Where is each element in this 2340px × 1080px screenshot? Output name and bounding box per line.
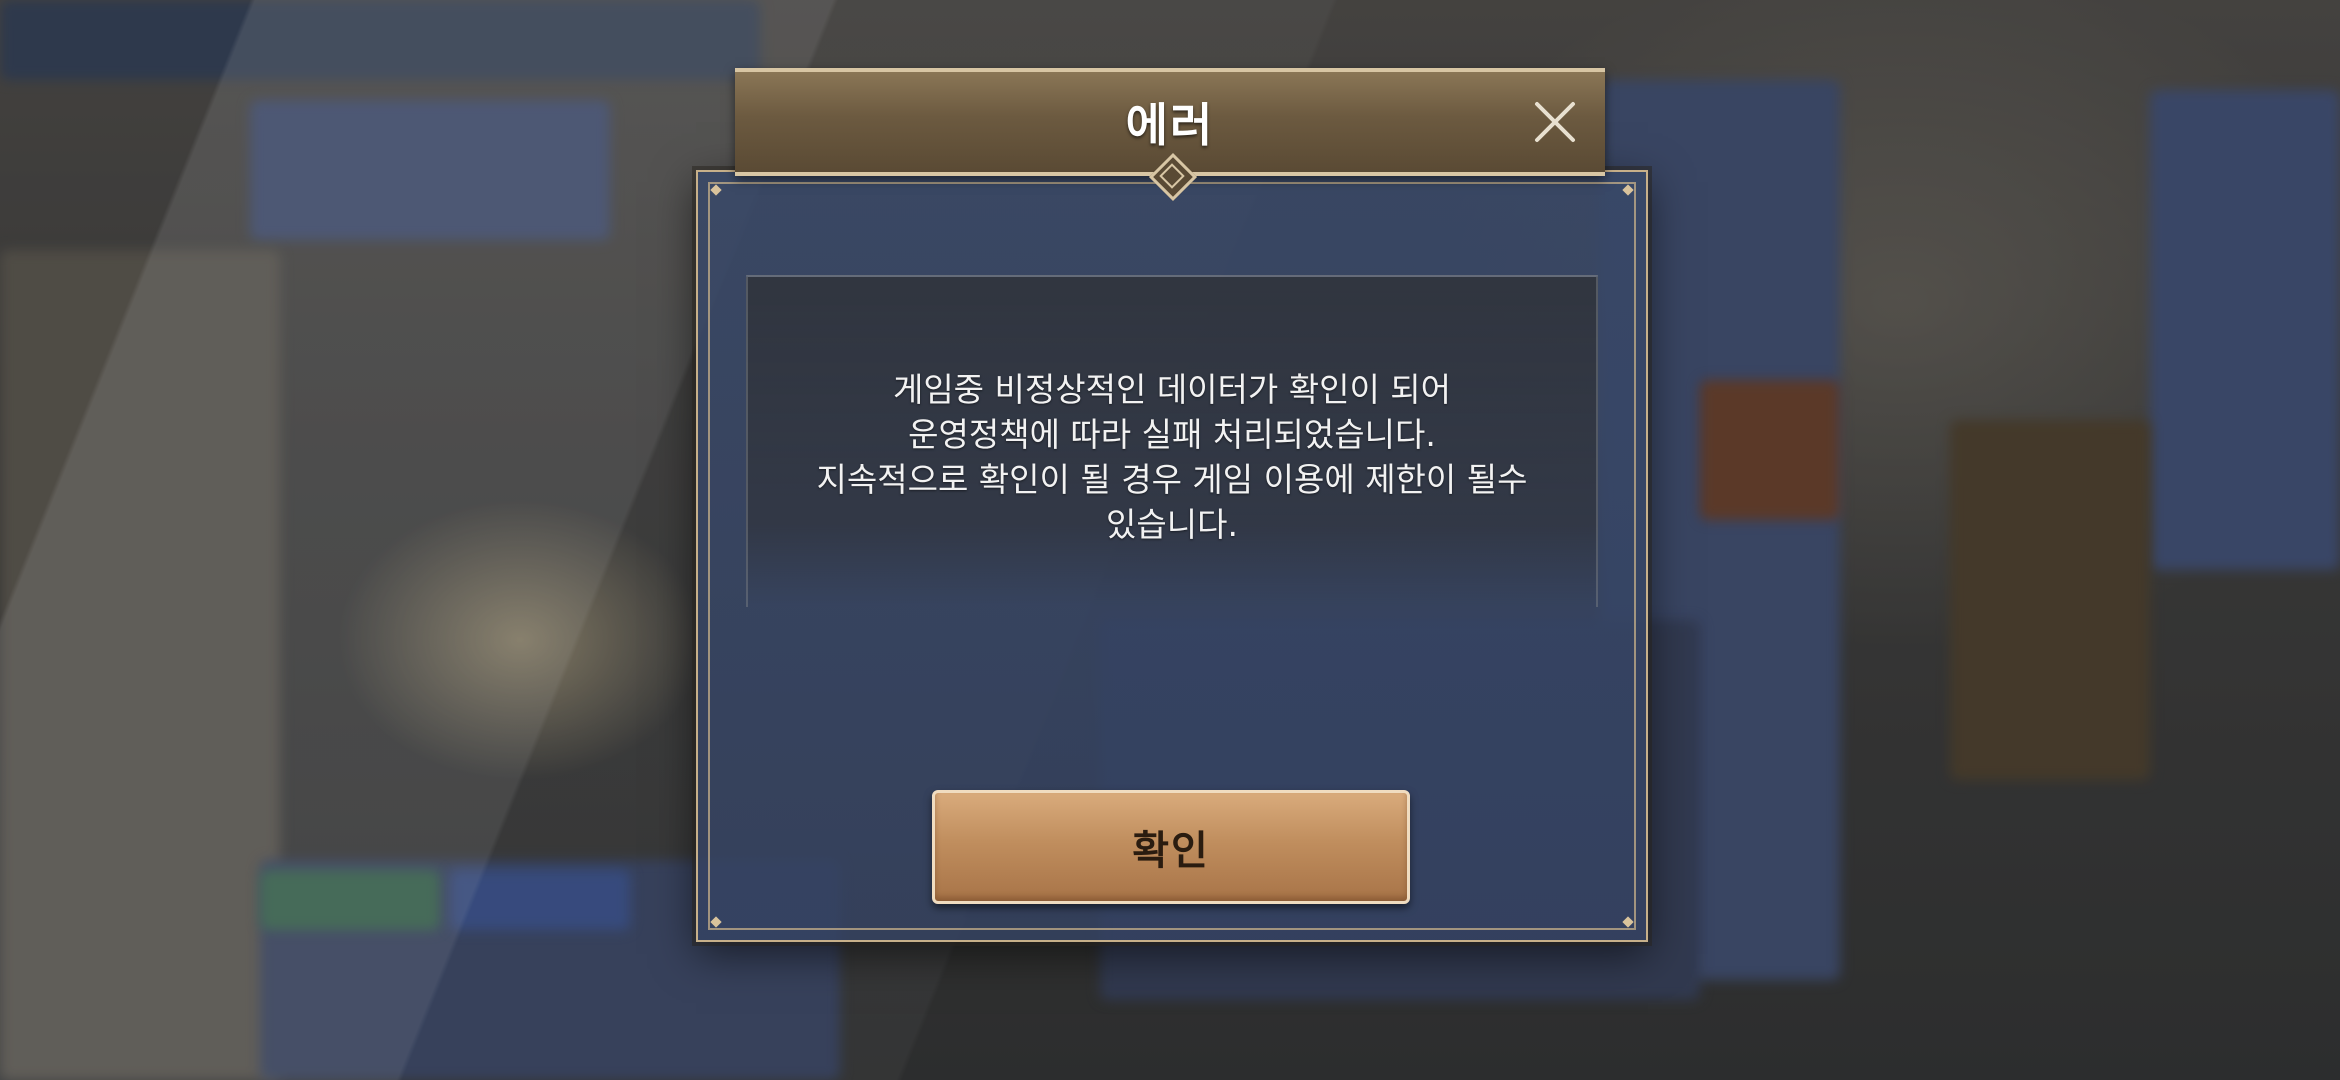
- close-button[interactable]: [1529, 96, 1581, 148]
- frame-corner-ornament: [710, 916, 722, 928]
- error-message: 게임중 비정상적인 데이터가 확인이 되어 운영정책에 따라 실패 처리되었습니…: [816, 370, 1528, 544]
- close-icon: [1535, 102, 1575, 142]
- confirm-button-label: 확인: [1132, 828, 1210, 874]
- confirm-button[interactable]: 확인: [932, 790, 1410, 904]
- frame-corner-ornament: [1622, 916, 1634, 928]
- frame-corner-ornament: [710, 184, 722, 196]
- message-panel: 게임중 비정상적인 데이터가 확인이 되어 운영정책에 따라 실패 처리되었습니…: [746, 275, 1598, 607]
- frame-corner-ornament: [1622, 184, 1634, 196]
